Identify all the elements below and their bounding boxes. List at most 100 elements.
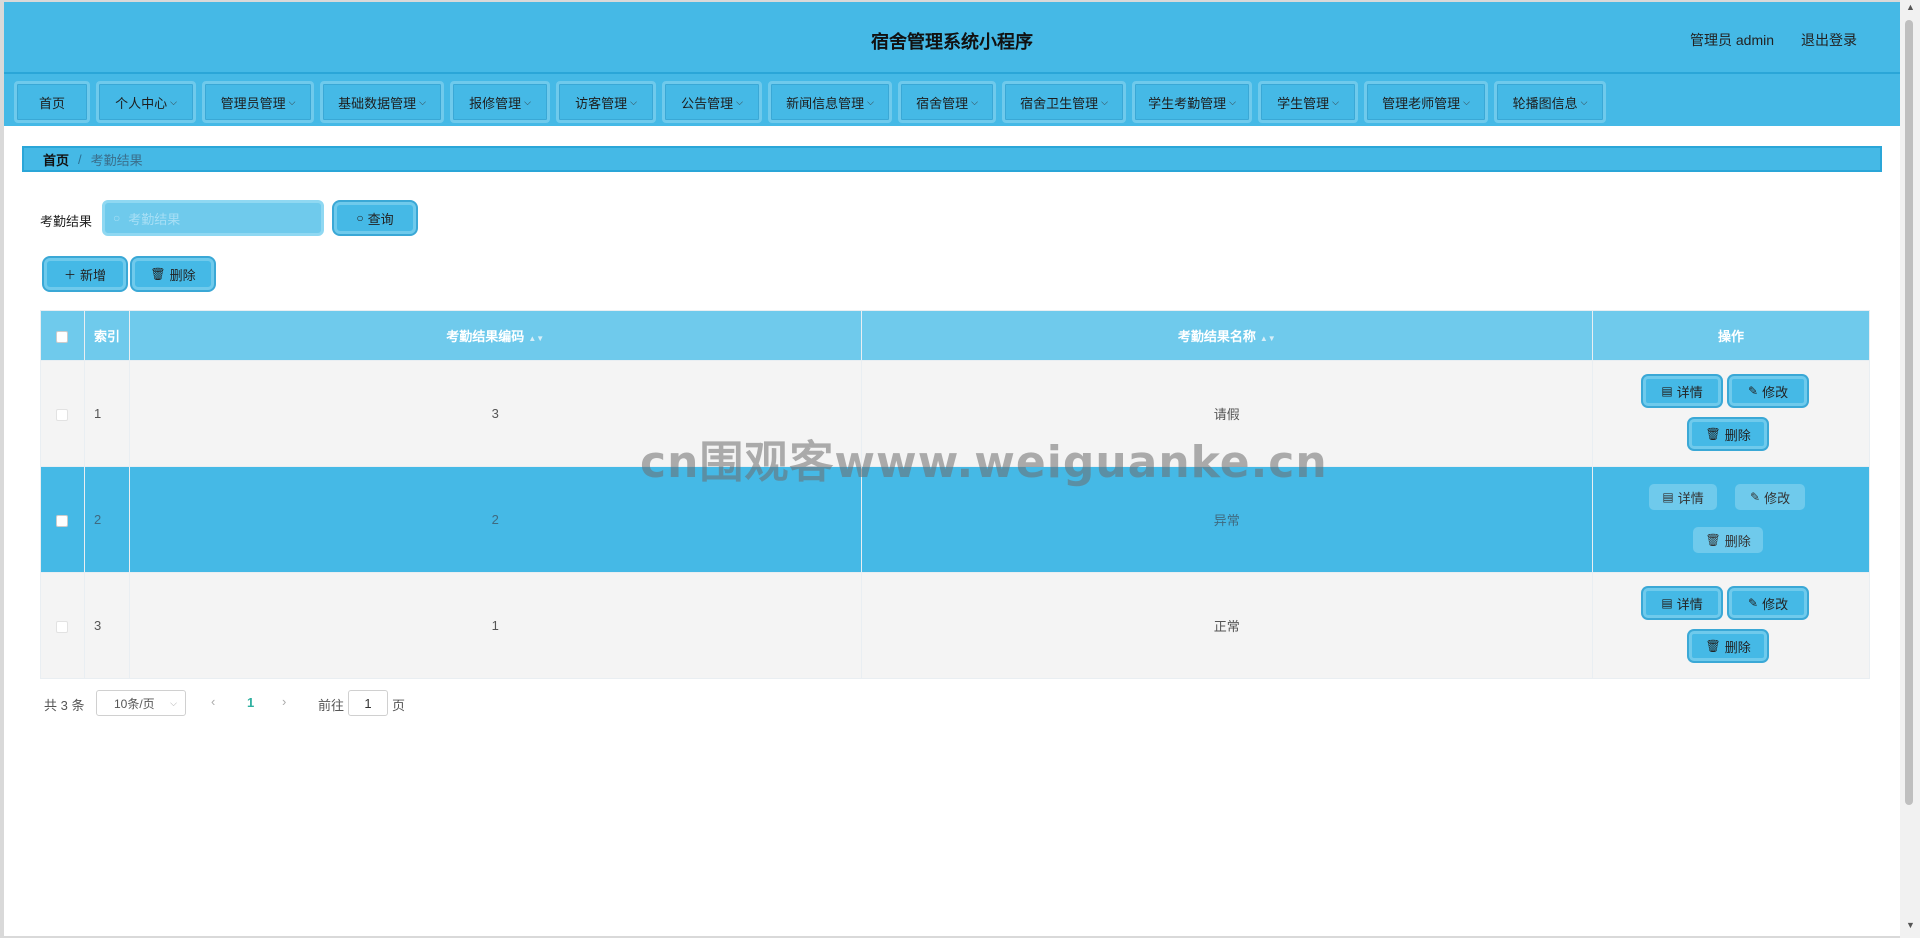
row-select-cell [40, 360, 85, 467]
results-table: 索引 考勤结果编码 ▲▼ 考勤结果名称 ▲▼ 操作 1 3 请假 ▤ 详情 ✎ … [40, 310, 1870, 679]
pagination-total: 共 3 条 [44, 698, 85, 713]
nav-item-label: 公告管理 [681, 95, 734, 111]
add-button-label: 新增 [80, 267, 107, 283]
header-index: 索引 [83, 310, 130, 361]
nav-item-label: 个人中心 [115, 95, 168, 111]
nav-item-carousel[interactable]: 轮播图信息 ⌵ [1494, 81, 1606, 123]
cell-index: 3 [83, 572, 130, 679]
nav-item-label: 访客管理 [575, 95, 628, 111]
delete-button[interactable]: 🗑 删除 [1693, 527, 1764, 553]
page-size-select[interactable]: 10条/页 ⌵ [96, 690, 186, 716]
nav-item-profile[interactable]: 个人中心 ⌵ [96, 81, 196, 123]
nav-item-news[interactable]: 新闻信息管理 ⌵ [768, 81, 892, 123]
scrollbar-thumb[interactable] [1905, 20, 1913, 805]
nav-item-label: 首页 [38, 95, 65, 111]
nav-item-base-data[interactable]: 基础数据管理 ⌵ [320, 81, 444, 123]
row-checkbox[interactable] [56, 514, 69, 527]
breadcrumb-current: 考勤结果 [90, 152, 143, 168]
pencil-icon: ✎ [1748, 384, 1759, 398]
detail-button[interactable]: ▤ 详情 [1649, 484, 1718, 510]
chevron-down-icon: ⌵ [170, 697, 177, 708]
chevron-down-icon: ⌵ [419, 96, 426, 107]
detail-label: 详情 [1676, 596, 1703, 612]
detail-label: 详情 [1676, 384, 1703, 400]
nav-item-repair[interactable]: 报修管理 ⌵ [450, 81, 550, 123]
cell-ops: ▤ 详情 ✎ 修改 🗑 删除 [1592, 466, 1870, 573]
trash-icon: 🗑 [1705, 427, 1721, 441]
chevron-down-icon: ⌵ [288, 96, 296, 107]
row-checkbox[interactable] [56, 408, 69, 421]
search-icon: ○ [113, 211, 121, 225]
scroll-up-arrow-icon[interactable]: ▲ [1906, 2, 1915, 12]
nav-item-label: 学生管理 [1277, 95, 1330, 111]
nav-item-hygiene[interactable]: 宿舍卫生管理 ⌵ [1002, 81, 1126, 123]
delete-label: 删除 [1724, 427, 1751, 443]
app-title: 宿舍管理系统小程序 [871, 32, 1033, 52]
edit-button[interactable]: ✎ 修改 [1729, 376, 1808, 406]
sort-icon[interactable]: ▲▼ [528, 334, 544, 343]
nav-item-notice[interactable]: 公告管理 ⌵ [662, 81, 762, 123]
pencil-icon: ✎ [1748, 596, 1759, 610]
select-all-header [40, 310, 85, 361]
document-icon: ▤ [1661, 596, 1673, 610]
nav-item-home[interactable]: 首页 [14, 81, 90, 123]
document-icon: ▤ [1662, 490, 1674, 504]
search-icon: ○ [356, 211, 364, 225]
nav-item-label: 管理员管理 [220, 95, 286, 111]
header-code-label: 考勤结果编码 [446, 329, 525, 344]
goto-page-input[interactable] [348, 690, 388, 716]
delete-button[interactable]: 🗑 删除 [1689, 419, 1768, 449]
goto-suffix: 页 [392, 698, 406, 713]
search-button[interactable]: ○ 查询 [334, 202, 416, 234]
ops-group: ▤ 详情 ✎ 修改 🗑 删除 [1593, 573, 1869, 678]
detail-button[interactable]: ▤ 详情 [1643, 588, 1722, 618]
nav-item-student[interactable]: 学生管理 ⌵ [1258, 81, 1358, 123]
bulk-delete-label: 删除 [169, 267, 196, 283]
nav-item-label: 学生考勤管理 [1148, 95, 1227, 111]
ops-group: ▤ 详情 ✎ 修改 🗑 删除 [1593, 467, 1869, 572]
cell-index: 2 [83, 466, 130, 573]
edit-button[interactable]: ✎ 修改 [1735, 484, 1806, 510]
header-name-label: 考勤结果名称 [1177, 329, 1256, 344]
header-code[interactable]: 考勤结果编码 ▲▼ [128, 310, 862, 361]
detail-button[interactable]: ▤ 详情 [1643, 376, 1722, 406]
nav-item-label: 管理老师管理 [1382, 95, 1461, 111]
main-nav: 首页 个人中心 ⌵ 管理员管理 ⌵ 基础数据管理 ⌵ 报修管理 ⌵ 访客管理 ⌵ 公告管理… [4, 74, 1900, 126]
edit-button[interactable]: ✎ 修改 [1729, 588, 1808, 618]
cell-name: 正常 [860, 572, 1594, 679]
next-page-button[interactable]: › [282, 694, 286, 709]
add-button[interactable]: ＋ 新增 [44, 258, 126, 290]
nav-item-visitor[interactable]: 访客管理 ⌵ [556, 81, 656, 123]
cell-ops: ▤ 详情 ✎ 修改 🗑 删除 [1592, 572, 1870, 679]
edit-label: 修改 [1764, 490, 1791, 506]
logout-link[interactable]: 退出登录 [1801, 30, 1857, 50]
edit-label: 修改 [1762, 384, 1789, 400]
chevron-down-icon: ⌵ [630, 96, 637, 107]
breadcrumb-separator: / [78, 151, 82, 167]
prev-page-button[interactable]: ‹ [211, 694, 215, 709]
row-select-cell [40, 572, 85, 679]
bulk-delete-button[interactable]: 🗑 删除 [132, 258, 214, 290]
breadcrumb-home[interactable]: 首页 [43, 150, 69, 169]
nav-item-dorm[interactable]: 宿舍管理 ⌵ [898, 81, 996, 123]
search-button-label: 查询 [367, 211, 394, 227]
search-input[interactable]: ○ 考勤结果 [102, 200, 324, 236]
select-all-checkbox[interactable] [56, 330, 69, 343]
nav-item-admin[interactable]: 管理员管理 ⌵ [202, 81, 314, 123]
document-icon: ▤ [1661, 384, 1673, 398]
sort-icon[interactable]: ▲▼ [1260, 334, 1276, 343]
chevron-down-icon: ⌵ [1101, 96, 1108, 107]
row-select-cell [40, 466, 85, 573]
chevron-down-icon: ⌵ [524, 96, 531, 107]
chevron-down-icon: ⌵ [1580, 96, 1588, 107]
chevron-down-icon: ⌵ [867, 96, 874, 107]
nav-item-attendance[interactable]: 学生考勤管理 ⌵ [1132, 81, 1252, 123]
scroll-down-arrow-icon[interactable]: ▼ [1906, 920, 1915, 930]
page-number-current[interactable]: 1 [247, 695, 254, 710]
nav-item-label: 基础数据管理 [338, 95, 417, 111]
row-checkbox[interactable] [56, 620, 69, 633]
header-name[interactable]: 考勤结果名称 ▲▼ [860, 310, 1594, 361]
delete-button[interactable]: 🗑 删除 [1689, 631, 1768, 661]
nav-item-teacher[interactable]: 管理老师管理 ⌵ [1364, 81, 1488, 123]
header-ops: 操作 [1592, 310, 1870, 361]
